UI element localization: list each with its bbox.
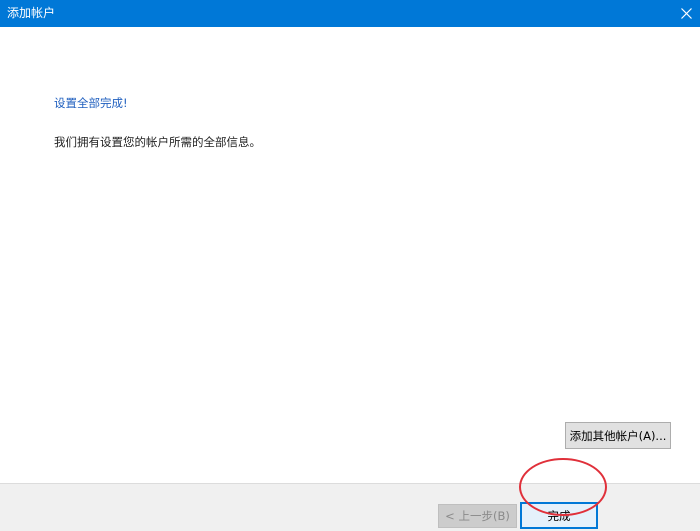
close-button[interactable] [672, 0, 700, 27]
add-another-account-button[interactable]: 添加其他帐户(A)... [565, 422, 671, 449]
setup-complete-message: 我们拥有设置您的帐户所需的全部信息。 [54, 135, 261, 149]
setup-complete-heading: 设置全部完成! [54, 96, 128, 110]
title-bar: 添加帐户 [0, 0, 700, 27]
dialog-footer: < 上一步(B) 完成 [0, 483, 700, 531]
close-icon [680, 8, 692, 19]
back-button[interactable]: < 上一步(B) [438, 504, 517, 528]
dialog-content: 设置全部完成! 我们拥有设置您的帐户所需的全部信息。 添加其他帐户(A)... [0, 27, 700, 483]
add-account-dialog: 添加帐户 设置全部完成! 我们拥有设置您的帐户所需的全部信息。 添加其他帐户(A… [0, 0, 700, 531]
window-title: 添加帐户 [7, 6, 56, 20]
finish-button[interactable]: 完成 [520, 502, 598, 529]
